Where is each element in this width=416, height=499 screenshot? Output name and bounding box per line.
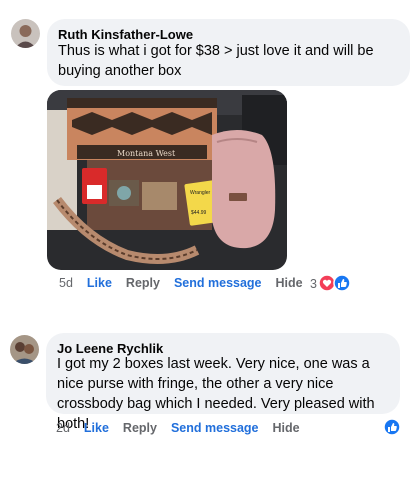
like-button-2[interactable]: Like [84, 421, 109, 435]
hide-button-2[interactable]: Hide [273, 421, 300, 435]
comment-text-1: Thus is what i got for $38 > just love i… [58, 43, 374, 79]
reply-button-1[interactable]: Reply [126, 276, 160, 290]
price-label: $44.99 [191, 210, 207, 216]
comment-time-2[interactable]: 2d [56, 421, 70, 435]
tag-label: Wrangler [190, 190, 211, 196]
reactions-1[interactable] [318, 274, 352, 292]
like-button-1[interactable]: Like [87, 276, 112, 290]
reaction-count-1[interactable]: 3 [310, 277, 317, 291]
avatar-jo-leene[interactable] [10, 335, 39, 364]
send-message-button-1[interactable]: Send message [174, 276, 262, 290]
comment-author-1[interactable]: Ruth Kinsfather-Lowe [58, 27, 193, 42]
avatar-ruth[interactable] [11, 19, 40, 48]
comment-actions-2: 2d Like Reply Send message Hide [56, 421, 314, 435]
reply-button-2[interactable]: Reply [123, 421, 157, 435]
photo-image: Montana West Wrangler $44.99 [47, 90, 287, 270]
like-reaction-icon [333, 274, 351, 292]
send-message-button-2[interactable]: Send message [171, 421, 259, 435]
like-reaction-icon-2[interactable] [383, 418, 401, 436]
brand-label: Montana West [117, 149, 176, 158]
hide-button-1[interactable]: Hide [276, 276, 303, 290]
comment-time-1[interactable]: 5d [59, 276, 73, 290]
comment-photo[interactable]: Montana West Wrangler $44.99 [47, 90, 287, 270]
comment-actions-1: 5d Like Reply Send message Hide [59, 276, 317, 290]
love-reaction-icon [318, 274, 336, 292]
